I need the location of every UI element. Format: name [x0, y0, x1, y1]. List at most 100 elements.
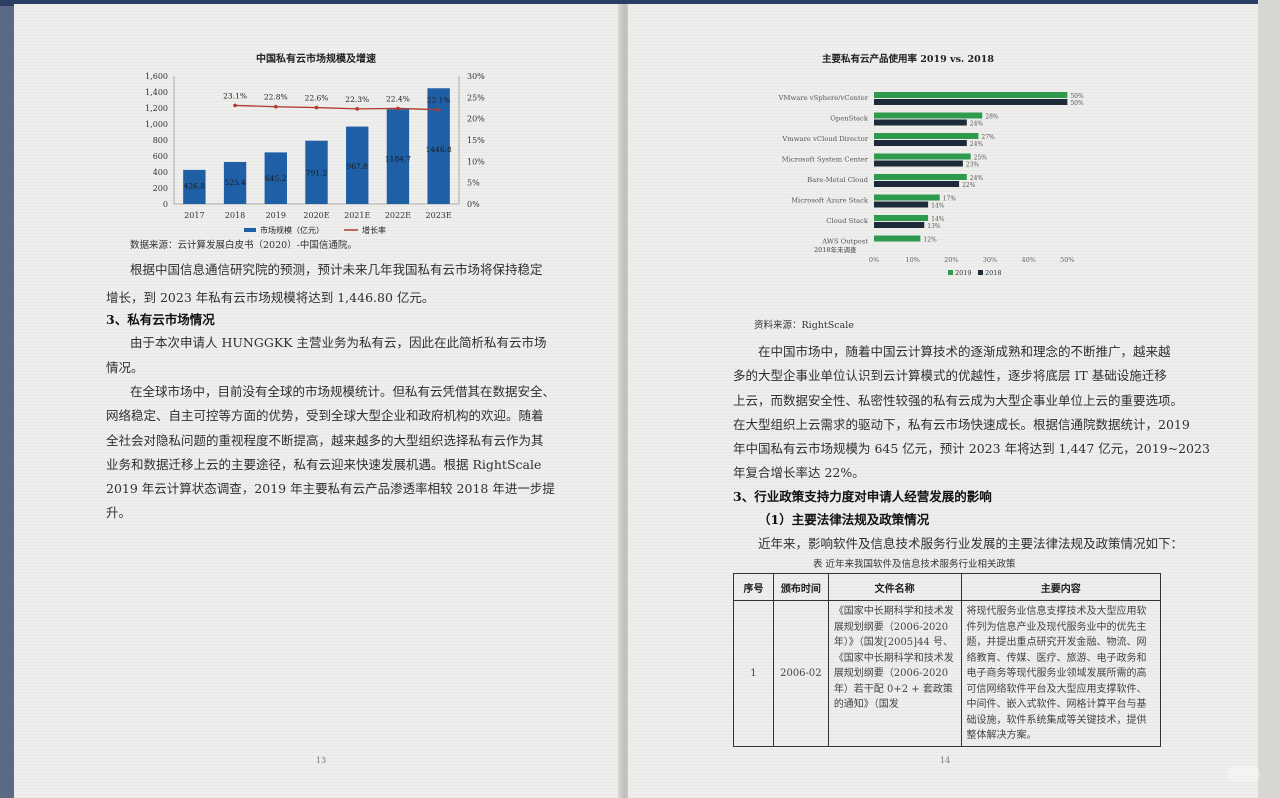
chart-title: 主要私有云产品使用率 2019 vs. 2018: [822, 53, 994, 65]
bar-value-label: 24%: [970, 141, 984, 148]
bar-value-label: 27%: [981, 134, 995, 141]
y2-tick-label: 0%: [467, 200, 480, 209]
paragraph-line: 情况。: [106, 360, 144, 375]
table-header-cell: 文件名称: [827, 573, 962, 601]
growth-point: [314, 105, 319, 110]
category-label: Cloud Stack: [826, 217, 869, 225]
document-page-right: 主要私有云产品使用率 2019 vs. 2018 VMware vSphere/v…: [628, 4, 1258, 798]
y-tick-label: 0: [163, 200, 168, 209]
paragraph-line: 在大型组织上云需求的驱动下，私有云市场快速成长。根据信通院数据统计，2019: [733, 417, 1190, 432]
bar-2018: [874, 99, 1068, 105]
bar-2018: [874, 222, 925, 228]
document-page-left: 中国私有云市场规模及增速 0 200 400 600 800 1,000 1,200 1,400…: [14, 4, 622, 798]
bar-2019: [874, 215, 929, 221]
category-label: Microsoft Azure Stack: [791, 197, 869, 205]
y2-tick-label: 25%: [467, 93, 485, 102]
y-tick-label: 1,400: [145, 88, 168, 97]
bar-value-label: 24%: [970, 121, 984, 128]
bar-value-label: 17%: [943, 196, 957, 203]
legend-swatch-bar: [244, 228, 256, 232]
table-cell-name-wrap: 《国家中长期科学和技术发展规划纲要（2006-2020 年）》（国发[2005]…: [827, 600, 962, 747]
x-tick-label: 50%: [1060, 256, 1074, 264]
category-label: Vmware vCloud Director: [781, 135, 868, 143]
x-tick-label: 2022E: [385, 211, 411, 220]
bar-value-label: 50%: [1070, 93, 1084, 100]
category-label: OpenStack: [830, 115, 869, 123]
growth-point: [273, 104, 278, 109]
page-number: 14: [940, 756, 951, 765]
bar-2018: [874, 119, 967, 126]
paragraph-line: 在全球市场中，目前没有全球的市场规模统计。但私有云凭借其在数据安全、: [130, 384, 556, 399]
screen-edge: [1258, 0, 1280, 798]
bar-2019: [874, 112, 983, 119]
bar-2019: [874, 235, 921, 242]
bar-2019: [874, 92, 1068, 98]
bar-value-label: 525.4: [224, 178, 246, 187]
y-tick-label: 1,000: [145, 120, 168, 129]
paragraph-line: 年中国私有云市场规模为 645 亿元，预计 2023 年将达到 1,447 亿元…: [733, 441, 1210, 456]
growth-point: [355, 107, 360, 111]
x-tick-label: 10%: [905, 256, 919, 264]
growth-label: 22.3%: [345, 95, 369, 104]
y-tick-label: 600: [153, 152, 168, 161]
growth-point: [436, 107, 441, 112]
watermark-logo: [1228, 766, 1260, 782]
bar-2019: [874, 174, 967, 180]
category-label: VMware vSphere/vCenter: [778, 94, 869, 102]
subsection-heading: （1）主要法律法规及政策情况: [758, 512, 930, 527]
growth-label: 22.6%: [305, 94, 329, 103]
paragraph-line: 年复合增长率达 22%。: [733, 465, 865, 480]
bar-value-label: 28%: [985, 114, 999, 121]
page-number: 13: [316, 756, 327, 765]
section-heading: 3、行业政策支持力度对申请人经营发展的影响: [733, 489, 992, 504]
bar-value-label: 1446.8: [426, 145, 452, 154]
table-cell-date: 2006-02: [772, 600, 829, 747]
paragraph-line: 业务和数据迁移上云的主要途径，私有云迎来快速发展机遇。根据 RightScale: [106, 457, 542, 472]
bar-value-label: 791.2: [306, 169, 328, 178]
bar-value-label: 645.2: [265, 174, 287, 183]
legend-label-2018: 2018: [985, 269, 1002, 277]
category-label: Microsoft System Center: [782, 156, 869, 164]
y-tick-label: 1,200: [145, 104, 168, 113]
bar-2018: [874, 140, 967, 146]
y-tick-label: 400: [153, 168, 168, 177]
table-header-cell: 颁布时间: [772, 573, 829, 601]
y-tick-label: 1,600: [145, 72, 168, 81]
legend-swatch-2019: [948, 270, 953, 275]
bar-value-label: 1184.7: [385, 154, 411, 163]
bar-2019: [874, 133, 979, 139]
section-heading: 3、私有云市场情况: [106, 312, 215, 327]
bar-2019: [874, 153, 971, 160]
table-cell-content: 将现代服务业信息支撑技术及大型应用软件列为信息产业及现代服务业中的优先主题，并提…: [966, 606, 1147, 741]
table-header-cell: 主要内容: [960, 573, 1162, 601]
x-tick-label: 0%: [869, 256, 879, 264]
growth-label: 22.1%: [427, 96, 451, 105]
x-tick-label: 2023E: [426, 211, 452, 220]
paragraph-line: 升。: [106, 505, 132, 520]
paragraph-line: 上云，而数据安全性、私密性较强的私有云成为大型企事业单位上云的重要选项。: [733, 393, 1184, 408]
legend-label-line: 增长率: [362, 225, 386, 235]
growth-point: [233, 103, 237, 108]
paragraph-line: 全社会对隐私问题的重视程度不断提高，越来越多的大型组织选择私有云作为其: [106, 433, 544, 448]
y2-tick-label: 20%: [467, 115, 485, 124]
y-tick-label: 200: [153, 184, 168, 193]
bar-2018: [874, 201, 929, 208]
y-tick-label: 800: [153, 136, 168, 145]
x-tick-label: 2020E: [303, 211, 329, 220]
paragraph-line: 网络稳定、自主可控等方面的优势，受到全球大型企业和政府机构的欢迎。随着: [106, 408, 544, 423]
legend-label-2019: 2019: [955, 269, 972, 277]
chart-title: 中国私有云市场规模及增速: [256, 52, 376, 65]
paragraph-line: 2019 年云计算状态调查，2019 年主要私有云产品渗透率相较 2018 年进…: [106, 481, 555, 496]
bar-value-label: 14%: [931, 216, 945, 223]
bar-value-label: 14%: [931, 203, 945, 210]
bar-2018: [874, 181, 960, 187]
bar-value-label: 967.8: [346, 162, 368, 171]
bar-value-label: 25%: [974, 155, 988, 162]
x-tick-label: 2021E: [344, 211, 370, 220]
chart-note: 2018年未调查: [814, 245, 857, 254]
x-tick-label: 2017: [184, 211, 204, 220]
x-tick-label: 20%: [944, 256, 958, 264]
chart-source-note: 资料来源：RightScale: [754, 320, 854, 331]
product-usage-chart: 主要私有云产品使用率 2019 vs. 2018 VMware vSphere/v…: [778, 53, 1084, 277]
growth-label: 22.8%: [264, 93, 288, 102]
